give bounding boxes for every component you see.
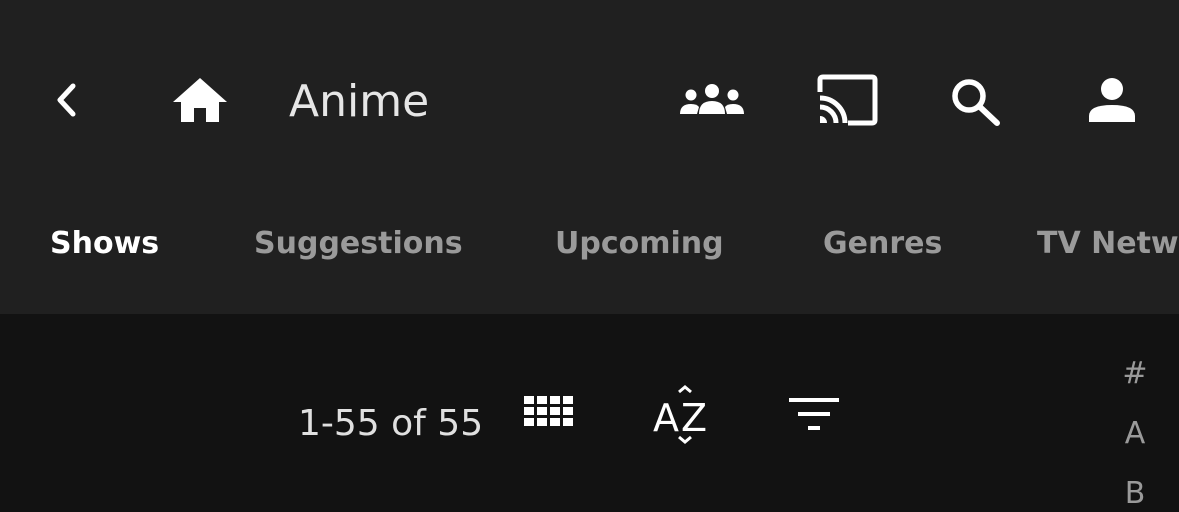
chevron-left-icon — [57, 83, 76, 117]
account-icon — [1089, 78, 1135, 122]
search-button[interactable] — [948, 76, 1004, 128]
jump-bar-hash[interactable]: # — [1110, 356, 1160, 392]
account-button[interactable] — [1084, 74, 1140, 126]
view-mode-button[interactable] — [518, 390, 580, 440]
users-icon — [680, 84, 744, 114]
users-button[interactable] — [676, 78, 748, 122]
top-bar: Anime — [0, 0, 1179, 200]
grid-view-icon — [524, 396, 573, 426]
filter-icon — [789, 398, 839, 430]
cast-button[interactable] — [808, 70, 882, 130]
tab-upcoming[interactable]: Upcoming — [555, 224, 724, 264]
svg-text:Z: Z — [681, 396, 707, 440]
tab-suggestions[interactable]: Suggestions — [254, 224, 463, 264]
home-icon — [173, 78, 227, 122]
tab-tv-networks[interactable]: TV Networks — [1037, 224, 1179, 264]
svg-text:A: A — [653, 396, 679, 440]
back-button[interactable] — [46, 78, 86, 122]
library-toolbar: 1-55 of 55 A Z # A B — [0, 314, 1179, 511]
jump-bar-a[interactable]: A — [1110, 416, 1160, 452]
app-header: Anime Shows Suggestions Upcoming Genres … — [0, 0, 1179, 314]
tab-bar: Shows Suggestions Upcoming Genres TV Net… — [0, 210, 1179, 280]
sort-button[interactable]: A Z — [646, 382, 716, 446]
home-button[interactable] — [168, 74, 232, 126]
item-count: 1-55 of 55 — [298, 403, 484, 444]
page-title: Anime — [289, 76, 430, 127]
sort-az-icon: A Z — [653, 385, 707, 444]
tab-shows[interactable]: Shows — [50, 224, 159, 264]
tab-genres[interactable]: Genres — [823, 224, 942, 264]
filter-button[interactable] — [784, 392, 844, 436]
cast-icon — [817, 74, 878, 126]
search-icon — [952, 79, 1000, 126]
